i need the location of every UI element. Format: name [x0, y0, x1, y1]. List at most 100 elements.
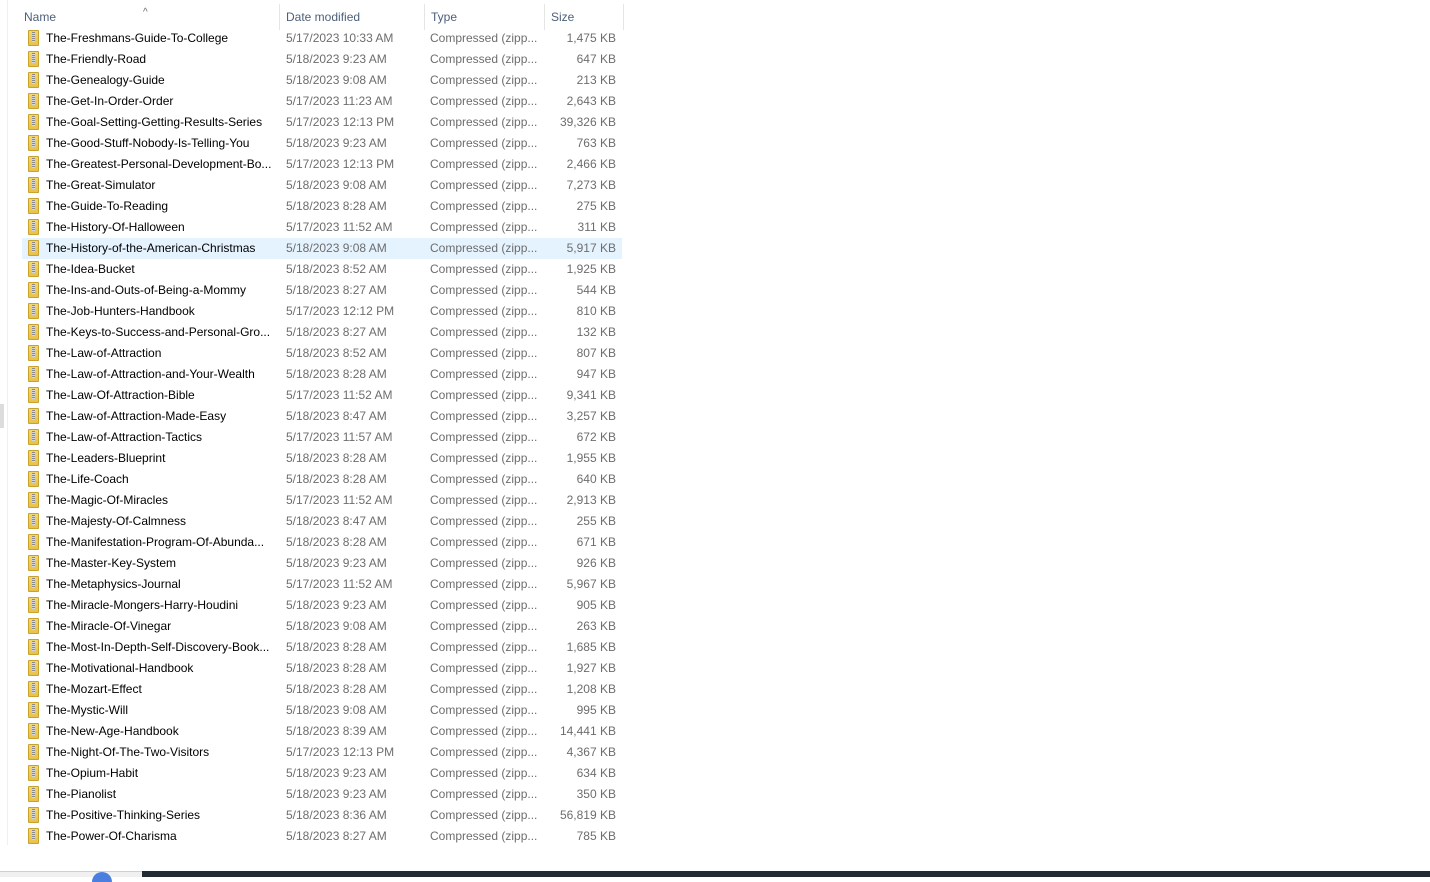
file-row[interactable]: The-Pianolist 5/18/2023 9:23 AM Compressed… [22, 784, 622, 805]
file-row[interactable]: The-Metaphysics-Journal 5/17/2023 11:52 A… [22, 574, 622, 595]
file-row[interactable]: The-Friendly-Road 5/18/2023 9:23 AM Compre… [22, 49, 622, 70]
file-type: Compressed (zipp... [430, 829, 538, 843]
file-date-modified: 5/18/2023 9:08 AM [286, 241, 387, 255]
file-row[interactable]: The-Job-Hunters-Handbook 5/17/2023 12:12 … [22, 301, 622, 322]
file-size: 5,967 KB [566, 577, 616, 591]
column-header-name-label: Name [24, 10, 57, 24]
file-date-modified: 5/18/2023 8:28 AM [286, 472, 387, 486]
file-size: 995 KB [576, 703, 616, 717]
file-size: 4,367 KB [566, 745, 616, 759]
file-row[interactable]: The-Opium-Habit 5/18/2023 9:23 AM Compress… [22, 763, 622, 784]
navigation-pane-resize-handle[interactable] [0, 404, 4, 428]
zip-folder-icon [28, 51, 39, 67]
zip-folder-icon [28, 450, 39, 466]
file-name: The-Freshmans-Guide-To-College [46, 31, 229, 45]
file-date-modified: 5/17/2023 11:23 AM [286, 94, 393, 108]
file-date-modified: 5/17/2023 11:52 AM [286, 220, 393, 234]
file-name: The-Law-of-Attraction-Made-Easy [46, 409, 227, 423]
file-row[interactable]: The-History-Of-Halloween 5/17/2023 11:52 … [22, 217, 622, 238]
file-date-modified: 5/18/2023 9:23 AM [286, 556, 387, 570]
status-bar [0, 871, 142, 877]
file-size: 132 KB [576, 325, 616, 339]
file-row[interactable]: The-Great-Simulator 5/18/2023 9:08 AM Comp… [22, 175, 622, 196]
zip-folder-icon [28, 135, 39, 151]
file-date-modified: 5/18/2023 8:27 AM [286, 325, 387, 339]
file-type: Compressed (zipp... [430, 262, 538, 276]
file-name: The-Miracle-Of-Vinegar [46, 619, 172, 633]
file-name: The-History-of-the-American-Christmas [46, 241, 256, 255]
zip-folder-icon [28, 681, 39, 697]
column-header-date-modified[interactable]: Date modified [280, 4, 425, 30]
file-row[interactable]: The-Freshmans-Guide-To-College 5/17/2023 … [22, 28, 622, 49]
file-row[interactable]: The-Greatest-Personal-Development-Bo... 5… [22, 154, 622, 175]
file-row[interactable]: The-Night-Of-The-Two-Visitors 5/17/2023 1… [22, 742, 622, 763]
file-row[interactable]: The-Law-of-Attraction 5/18/2023 8:52 AM Co… [22, 343, 622, 364]
file-row[interactable]: The-Get-In-Order-Order 5/17/2023 11:23 AM… [22, 91, 622, 112]
file-size: 2,643 KB [566, 94, 616, 108]
file-type: Compressed (zipp... [430, 577, 538, 591]
file-row[interactable]: The-Life-Coach 5/18/2023 8:28 AM Compresse… [22, 469, 622, 490]
file-size: 2,913 KB [566, 493, 616, 507]
column-resize-handle[interactable] [623, 4, 624, 30]
file-row[interactable]: The-Leaders-Blueprint 5/18/2023 8:28 AM Co… [22, 448, 622, 469]
file-date-modified: 5/17/2023 11:57 AM [286, 430, 393, 444]
file-row[interactable]: The-Manifestation-Program-Of-Abunda... 5/… [22, 532, 622, 553]
file-type: Compressed (zipp... [430, 472, 538, 486]
file-size: 905 KB [576, 598, 616, 612]
file-name: The-Great-Simulator [46, 178, 156, 192]
zip-folder-icon [28, 366, 39, 382]
file-type: Compressed (zipp... [430, 241, 538, 255]
column-header-size[interactable]: Size [545, 4, 624, 30]
file-row[interactable]: The-Power-Of-Charisma 5/18/2023 8:27 AM Co… [22, 826, 622, 847]
file-row[interactable]: The-Law-Of-Attraction-Bible 5/17/2023 11:… [22, 385, 622, 406]
column-header-size-label: Size [551, 10, 575, 24]
file-row[interactable]: The-Law-of-Attraction-and-Your-Wealth 5/1… [22, 364, 622, 385]
file-row[interactable]: The-Goal-Setting-Getting-Results-Series 5… [22, 112, 622, 133]
file-row[interactable]: The-Law-of-Attraction-Made-Easy 5/18/2023… [22, 406, 622, 427]
file-row[interactable]: The-Good-Stuff-Nobody-Is-Telling-You 5/18… [22, 133, 622, 154]
file-name: The-Friendly-Road [46, 52, 147, 66]
file-name: The-Greatest-Personal-Development-Bo... [46, 157, 272, 171]
file-row[interactable]: The-Master-Key-System 5/18/2023 9:23 AM Co… [22, 553, 622, 574]
file-row[interactable]: The-Miracle-Of-Vinegar 5/18/2023 9:08 AM C… [22, 616, 622, 637]
file-size: 544 KB [576, 283, 616, 297]
file-row[interactable]: The-Majesty-Of-Calmness 5/18/2023 8:47 AM… [22, 511, 622, 532]
file-type: Compressed (zipp... [430, 787, 538, 801]
file-row[interactable]: The-Ins-and-Outs-of-Being-a-Mommy 5/18/20… [22, 280, 622, 301]
file-row[interactable]: The-Guide-To-Reading 5/18/2023 8:28 AM Com… [22, 196, 622, 217]
file-row[interactable]: The-Most-In-Depth-Self-Discovery-Book...… [22, 637, 622, 658]
file-name: The-Law-of-Attraction [46, 346, 162, 360]
file-row[interactable]: The-New-Age-Handbook 5/18/2023 8:39 AM Com… [22, 721, 622, 742]
file-size: 1,925 KB [566, 262, 616, 276]
file-type: Compressed (zipp... [430, 661, 538, 675]
file-type: Compressed (zipp... [430, 325, 538, 339]
column-header-type[interactable]: Type [425, 4, 545, 30]
file-type: Compressed (zipp... [430, 388, 538, 402]
file-row[interactable]: The-Idea-Bucket 5/18/2023 8:52 AM Compress… [22, 259, 622, 280]
file-row[interactable]: The-Miracle-Mongers-Harry-Houdini 5/18/20… [22, 595, 622, 616]
file-type: Compressed (zipp... [430, 703, 538, 717]
file-size: 1,208 KB [566, 682, 616, 696]
file-date-modified: 5/18/2023 8:28 AM [286, 199, 387, 213]
taskbar [142, 871, 1430, 877]
file-name: The-Night-Of-The-Two-Visitors [46, 745, 210, 759]
file-row[interactable]: The-Mystic-Will 5/18/2023 9:08 AM Compress… [22, 700, 622, 721]
file-row[interactable]: The-Positive-Thinking-Series 5/18/2023 8:… [22, 805, 622, 826]
file-size: 311 KB [577, 220, 616, 234]
file-row[interactable]: The-Motivational-Handbook 5/18/2023 8:28 … [22, 658, 622, 679]
file-size: 14,441 KB [559, 724, 616, 738]
zip-folder-icon [28, 702, 39, 718]
file-row[interactable]: The-Genealogy-Guide 5/18/2023 9:08 AM Comp… [22, 70, 622, 91]
file-row[interactable]: The-Magic-Of-Miracles 5/17/2023 11:52 AM C… [22, 490, 622, 511]
file-row[interactable]: The-Law-of-Attraction-Tactics 5/17/2023 1… [22, 427, 622, 448]
file-type: Compressed (zipp... [430, 31, 538, 45]
sort-ascending-icon: ^ [143, 7, 148, 18]
column-header-name[interactable]: ^ Name [18, 4, 280, 30]
file-name: The-Miracle-Mongers-Harry-Houdini [46, 598, 239, 612]
file-row[interactable]: The-History-of-the-American-Christmas 5/1… [22, 238, 622, 259]
file-size: 3,257 KB [566, 409, 616, 423]
file-row[interactable]: The-Mozart-Effect 5/18/2023 8:28 AM Compre… [22, 679, 622, 700]
file-date-modified: 5/18/2023 8:28 AM [286, 682, 387, 696]
file-row[interactable]: The-Keys-to-Success-and-Personal-Gro... 5… [22, 322, 622, 343]
file-type: Compressed (zipp... [430, 724, 538, 738]
